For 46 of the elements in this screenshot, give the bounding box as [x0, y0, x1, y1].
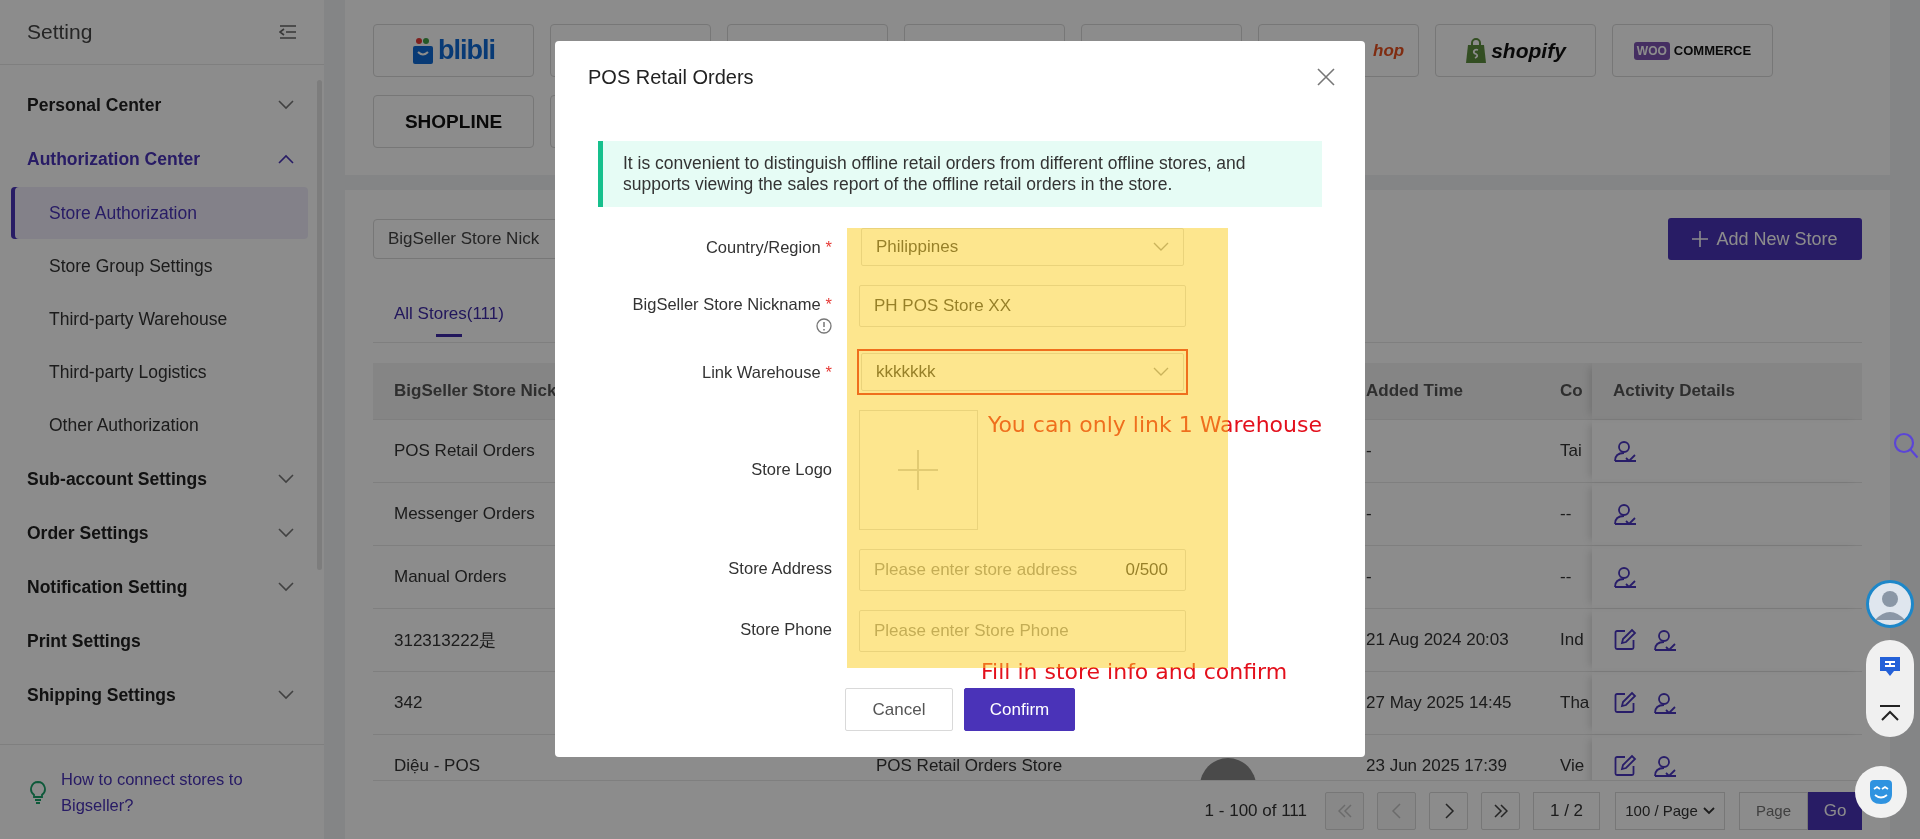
table-cell: POS Retail Orders Store	[876, 756, 1063, 776]
logo-text: hop	[1373, 40, 1405, 61]
field-label: Country/Region	[705, 238, 821, 257]
table-cell: 23 Jun 2025 17:39	[1366, 756, 1507, 776]
logo-text: SHOPLINE	[404, 110, 503, 133]
table-cell: -	[1366, 567, 1372, 587]
table-cell: -	[1366, 441, 1372, 461]
page-indicator: 1 / 2	[1533, 791, 1600, 830]
column-header: Co	[1560, 381, 1583, 401]
table-cell: 21 Aug 2024 20:03	[1366, 630, 1509, 650]
table-cell: 342	[394, 693, 423, 713]
field-label: BigSeller Store Nickname	[632, 295, 821, 314]
table-cell: --	[1560, 567, 1572, 587]
table-cell-text: 312313222是	[394, 629, 497, 652]
required-mark: *	[825, 295, 832, 314]
logo-text: shopify	[1491, 38, 1566, 63]
sidebar-title: Setting	[27, 20, 93, 44]
table-cell: Tha	[1560, 693, 1590, 713]
column-header: Activity Details	[1613, 381, 1735, 401]
table-cell: Vie	[1560, 756, 1585, 776]
annotation-text: Fill in store info and confirm	[981, 658, 1288, 684]
table-cell: Manual Orders	[394, 567, 507, 587]
field-label: Store Address	[728, 559, 832, 578]
field-label: Store Phone	[740, 620, 832, 639]
table-cell: Messenger Orders	[394, 504, 535, 524]
table-cell: Diệu - POS	[394, 756, 480, 776]
table-cell: Ind	[1560, 630, 1584, 650]
info-notice: It is convenient to distinguish offline retail orders from different offline stores, and supports viewing the sales report of the offline retail orders in the store.	[598, 141, 1322, 207]
field-label: Link Warehouse	[701, 363, 821, 382]
table-cell: --	[1560, 504, 1572, 524]
char-counter: 0/500	[1125, 560, 1168, 580]
logo-text: blibli	[438, 35, 495, 66]
column-header: BigSeller Store Nick	[394, 381, 557, 401]
table-cell: Tai	[1560, 441, 1582, 461]
logo-badge: WOO	[1633, 41, 1670, 60]
field-label: Store Logo	[751, 460, 832, 479]
table-cell: POS Retail Orders	[394, 441, 535, 461]
page-summary: 1 - 100 of 111	[1204, 800, 1307, 821]
column-header: Added Time	[1366, 381, 1463, 401]
required-mark: *	[825, 238, 832, 257]
annotation-text: You can only link 1 Warehouse	[987, 412, 1322, 437]
logo-text: COMMERCE	[1673, 43, 1752, 58]
table-cell: -	[1366, 504, 1372, 524]
table-cell: 27 May 2025 14:45	[1366, 693, 1512, 713]
dialog-title: POS Retail Orders	[588, 65, 754, 89]
required-mark: *	[825, 363, 832, 382]
